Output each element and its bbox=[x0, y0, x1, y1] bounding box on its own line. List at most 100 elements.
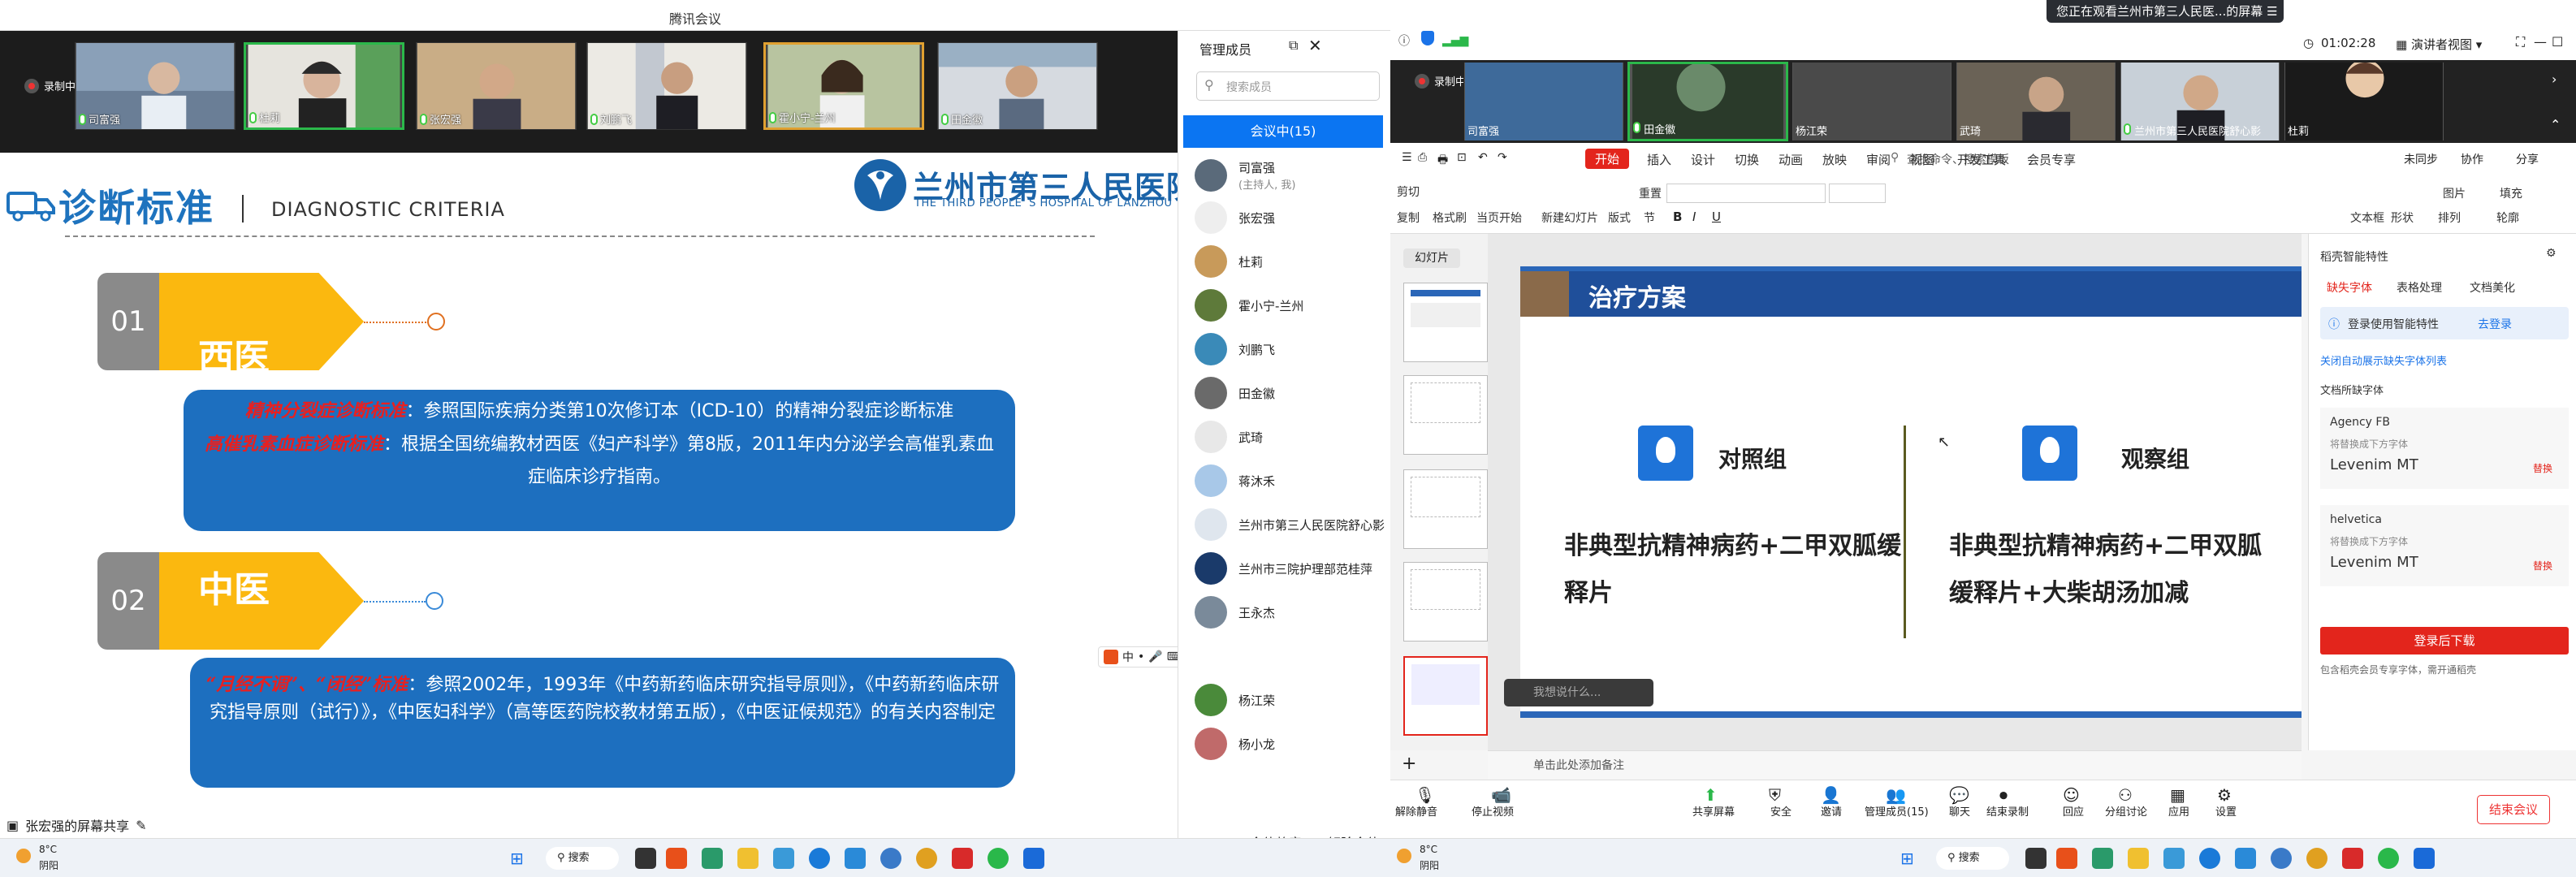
breakout-icon[interactable]: ⚇ bbox=[2118, 785, 2137, 805]
fill-button[interactable]: 填充 bbox=[2500, 185, 2522, 201]
tab-table[interactable]: 表格处理 bbox=[2397, 279, 2442, 296]
tencent-meeting-icon[interactable] bbox=[1023, 848, 1044, 869]
member-item[interactable]: 田金徽 bbox=[1195, 374, 1275, 413]
section-button[interactable]: 节 bbox=[1644, 210, 1655, 226]
tab-transition[interactable]: 切换 bbox=[1735, 151, 1759, 168]
app-icon[interactable] bbox=[666, 848, 687, 869]
tab-in-meeting[interactable]: 会议中(15) bbox=[1183, 115, 1383, 148]
apps-button[interactable]: 应用 bbox=[2168, 803, 2189, 819]
participant-tile[interactable]: 张宏强 bbox=[416, 42, 577, 130]
apps-icon[interactable]: ▦ bbox=[2170, 785, 2189, 805]
close-auto-link[interactable]: 关闭自动展示缺失字体列表 bbox=[2320, 352, 2447, 368]
participant-tile[interactable]: 田金徽 bbox=[1627, 62, 1788, 141]
reset-button[interactable]: 重置 bbox=[1639, 185, 1662, 201]
breakout-button[interactable]: 分组讨论 bbox=[2105, 803, 2147, 819]
app-icon[interactable] bbox=[702, 848, 723, 869]
tab-slideshow[interactable]: 放映 bbox=[1822, 151, 1847, 168]
end-recording-button[interactable]: 结束录制 bbox=[1986, 803, 2029, 819]
app-icon[interactable] bbox=[2235, 848, 2256, 869]
tab-dev-tools[interactable]: 开发工具 bbox=[1957, 151, 2006, 168]
undo-icon[interactable]: ↶ bbox=[1478, 151, 1488, 164]
security-icon[interactable]: ⛨ bbox=[1769, 785, 1788, 805]
ime-mode[interactable]: 中 bbox=[1122, 649, 1134, 665]
chrome-icon[interactable] bbox=[916, 848, 937, 869]
mic-muted-icon[interactable]: 🎙 bbox=[1415, 785, 1435, 805]
invite-icon[interactable]: 👤 bbox=[1821, 785, 1841, 805]
weather-icon[interactable] bbox=[16, 849, 31, 863]
wechat-icon[interactable] bbox=[2378, 848, 2399, 869]
app-icon[interactable] bbox=[2271, 848, 2292, 869]
play-current-button[interactable]: 当页开始 bbox=[1476, 210, 1522, 226]
members-icon[interactable]: 👥 bbox=[1886, 785, 1906, 805]
tencent-meeting-icon[interactable] bbox=[2414, 848, 2435, 869]
folder-icon[interactable] bbox=[2128, 848, 2149, 869]
taskview-icon[interactable] bbox=[635, 848, 656, 869]
app-icon[interactable] bbox=[880, 848, 901, 869]
windows-start-icon[interactable]: ⊞ bbox=[1900, 849, 1914, 868]
download-button[interactable]: 登录后下载 bbox=[2320, 627, 2569, 655]
tab-member[interactable]: 会员专享 bbox=[2027, 151, 2076, 168]
member-item[interactable]: 司富强 (主持人, 我) bbox=[1195, 156, 1295, 195]
tab-slides[interactable]: 幻灯片 bbox=[1403, 248, 1460, 268]
security-button[interactable]: 安全 bbox=[1770, 803, 1792, 819]
popout-icon[interactable]: ⧉ bbox=[1289, 37, 1298, 54]
app-icon[interactable] bbox=[845, 848, 866, 869]
member-item[interactable]: 杜莉 bbox=[1195, 242, 1263, 281]
participant-tile[interactable]: 杜莉 bbox=[2284, 62, 2444, 141]
edge-icon[interactable] bbox=[2199, 848, 2220, 869]
edge-icon[interactable] bbox=[809, 848, 830, 869]
tab-insert[interactable]: 插入 bbox=[1647, 151, 1671, 168]
tab-start[interactable]: 开始 bbox=[1585, 149, 1630, 169]
chat-button[interactable]: 聊天 bbox=[1949, 803, 1970, 819]
participant-tile-speaking[interactable]: 杜莉 bbox=[244, 42, 404, 130]
arrange-button[interactable]: 排列 bbox=[2438, 210, 2461, 226]
outline-button[interactable]: 轮廓 bbox=[2496, 210, 2519, 226]
shield-icon[interactable] bbox=[1421, 31, 1434, 45]
picture-button[interactable]: 图片 bbox=[2443, 185, 2466, 201]
redo-icon[interactable]: ↷ bbox=[1498, 151, 1507, 164]
invite-button[interactable]: 邀请 bbox=[1821, 803, 1842, 819]
member-item[interactable]: 王永杰 bbox=[1195, 593, 1275, 632]
cut-button[interactable]: 剪切 bbox=[1397, 184, 1420, 200]
add-slide-icon[interactable]: + bbox=[1402, 754, 1416, 774]
menu-icon[interactable]: ☰ bbox=[2267, 4, 2277, 19]
taskbar-search[interactable]: ⚲ 搜索 bbox=[546, 847, 619, 870]
chevron-right-icon[interactable]: › bbox=[2552, 71, 2557, 87]
shape-button[interactable]: 形状 bbox=[2391, 210, 2414, 226]
participant-tile[interactable]: 霍小宁-兰州 bbox=[763, 42, 924, 130]
unmute-all-button[interactable]: 解除全体静 bbox=[1328, 828, 1390, 838]
ime-punct[interactable]: • bbox=[1138, 650, 1144, 663]
mute-all-button[interactable]: 全体静音 bbox=[1250, 828, 1302, 838]
settings-button[interactable]: 设置 bbox=[2215, 803, 2237, 819]
tab-review[interactable]: 审阅 bbox=[1866, 151, 1891, 168]
member-item[interactable]: 蒋沐禾 bbox=[1195, 461, 1275, 500]
underline-icon[interactable]: U bbox=[1712, 210, 1721, 224]
pen-icon[interactable]: ✎ bbox=[136, 818, 146, 833]
info-icon[interactable]: ⓘ bbox=[1398, 32, 1410, 49]
slide-thumbnail[interactable] bbox=[1403, 469, 1488, 549]
wps-icon[interactable] bbox=[952, 848, 973, 869]
member-item[interactable]: 兰州市第三人民医院舒心影 bbox=[1195, 505, 1385, 544]
slide-thumbnail-selected[interactable] bbox=[1403, 656, 1488, 736]
replace-link[interactable]: 替换 bbox=[2533, 559, 2552, 572]
share-screen-button[interactable]: 共享屏幕 bbox=[1692, 803, 1735, 819]
save-icon[interactable]: ⎙ bbox=[1418, 151, 1427, 164]
stop-video-button[interactable]: 停止视频 bbox=[1472, 803, 1514, 819]
participant-tile[interactable]: 司富强 bbox=[75, 42, 236, 130]
copy-button[interactable]: 复制 bbox=[1397, 210, 1420, 226]
slide-thumbnail[interactable] bbox=[1403, 562, 1488, 642]
share-button[interactable]: 分享 bbox=[2516, 151, 2539, 167]
sync-status[interactable]: 未同步 bbox=[2404, 151, 2438, 167]
login-link[interactable]: 去登录 bbox=[2478, 316, 2512, 332]
weather-icon[interactable] bbox=[1397, 849, 1411, 863]
tab-animation[interactable]: 动画 bbox=[1779, 151, 1803, 168]
app-icon[interactable] bbox=[2163, 848, 2185, 869]
manage-members-button[interactable]: 管理成员(15) bbox=[1865, 803, 1929, 819]
italic-icon[interactable]: I bbox=[1692, 210, 1696, 224]
comment-input[interactable]: 我想说什么... bbox=[1504, 679, 1653, 706]
folder-icon[interactable] bbox=[737, 848, 759, 869]
mic-icon[interactable]: 🎤 bbox=[1148, 650, 1162, 663]
tab-view[interactable]: 视图 bbox=[1910, 151, 1934, 168]
view-switch[interactable]: ▦ 演讲者视图 ▾ bbox=[2396, 36, 2482, 53]
notes-area[interactable]: 单击此处添加备注 bbox=[1488, 750, 2302, 780]
